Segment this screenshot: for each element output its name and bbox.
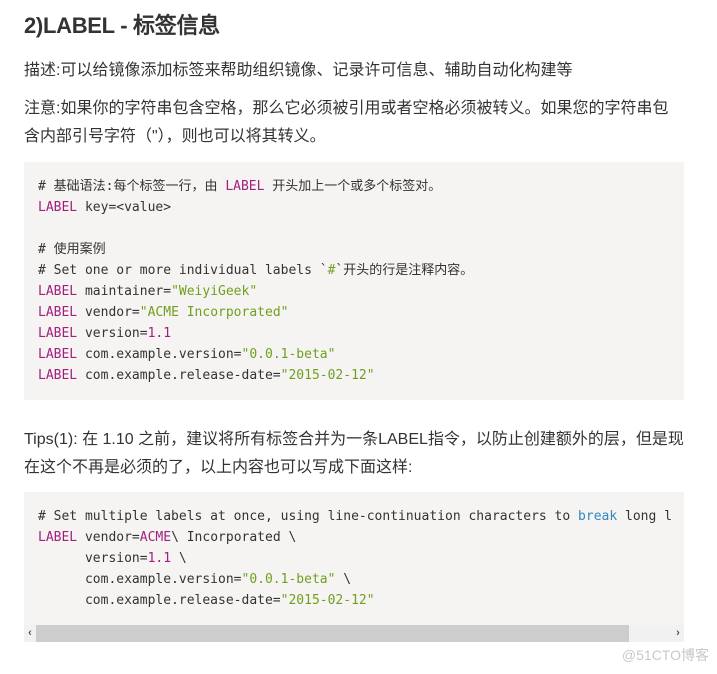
code-key: version= [38, 551, 148, 566]
code-keyword: LABEL [38, 200, 78, 215]
scrollbar-thumb[interactable] [36, 625, 629, 642]
code-comment: # 基础语法:每个标签一行，由 [38, 179, 226, 194]
code-keyword-break: break [578, 509, 618, 524]
code-text: \ Incorporated \ [171, 530, 297, 545]
code-key: com.example.version= [38, 572, 242, 587]
code-key: com.example.release-date= [38, 593, 281, 608]
code-comment: long l [617, 509, 672, 524]
scroll-left-icon[interactable]: ‹ [24, 625, 36, 642]
code-key: maintainer= [77, 284, 172, 299]
code-string: "2015-02-12" [280, 593, 375, 608]
code-string: "2015-02-12" [280, 368, 375, 383]
section-heading: 2)LABEL - 标签信息 [24, 13, 220, 38]
scroll-right-icon[interactable]: › [672, 625, 684, 642]
code-keyword: LABEL [38, 305, 78, 320]
code-value: ACME [139, 530, 172, 545]
code-comment: # 使用案例 [38, 242, 106, 257]
watermark: @51CTO博客 [621, 647, 709, 663]
code-keyword: LABEL [38, 368, 78, 383]
code-comment: # Set one or more individual labels ` [38, 263, 328, 278]
code-text: \ [171, 551, 187, 566]
code-key: com.example.version= [77, 347, 242, 362]
code-number: 1.1 [147, 551, 172, 566]
code-string: "WeiyiGeek" [171, 284, 258, 299]
description-paragraph: 描述:可以给镜像添加标签来帮助组织镜像、记录许可信息、辅助自动化构建等 [24, 62, 573, 79]
code-text: \ [335, 572, 352, 587]
code-number: 1.1 [147, 326, 172, 341]
code-key: vendor= [77, 530, 140, 545]
code-comment: `开头的行是注释内容。 [335, 263, 474, 278]
code-comment: 开头加上一个或多个标签对。 [264, 179, 442, 194]
code-keyword: LABEL [38, 347, 78, 362]
code-block-multiline: # Set multiple labels at once, using lin… [24, 492, 684, 642]
code-string: "0.0.1-beta" [241, 572, 336, 587]
code-key: vendor= [77, 305, 140, 320]
note-paragraph: 注意:如果你的字符串包含空格，那么它必须被引用或者空格必须被转义。如果您的字符串… [24, 100, 669, 145]
code-keyword: LABEL [38, 284, 78, 299]
code-text: key=<value> [77, 200, 172, 215]
code-keyword: LABEL [225, 179, 265, 194]
tips-paragraph: Tips(1): 在 1.10 之前，建议将所有标签合并为一条LABEL指令，以… [24, 431, 684, 476]
code-keyword: LABEL [38, 530, 78, 545]
code-key: version= [77, 326, 148, 341]
code-key: com.example.release-date= [77, 368, 281, 383]
code-string: "ACME Incorporated" [139, 305, 289, 320]
horizontal-scrollbar[interactable]: ‹ › [24, 625, 684, 642]
code-keyword: LABEL [38, 326, 78, 341]
code-string: "0.0.1-beta" [241, 347, 336, 362]
code-block-basic: # 基础语法:每个标签一行，由 LABEL 开头加上一个或多个标签对。 LABE… [24, 162, 684, 400]
code-comment: # Set multiple labels at once, using lin… [38, 509, 579, 524]
